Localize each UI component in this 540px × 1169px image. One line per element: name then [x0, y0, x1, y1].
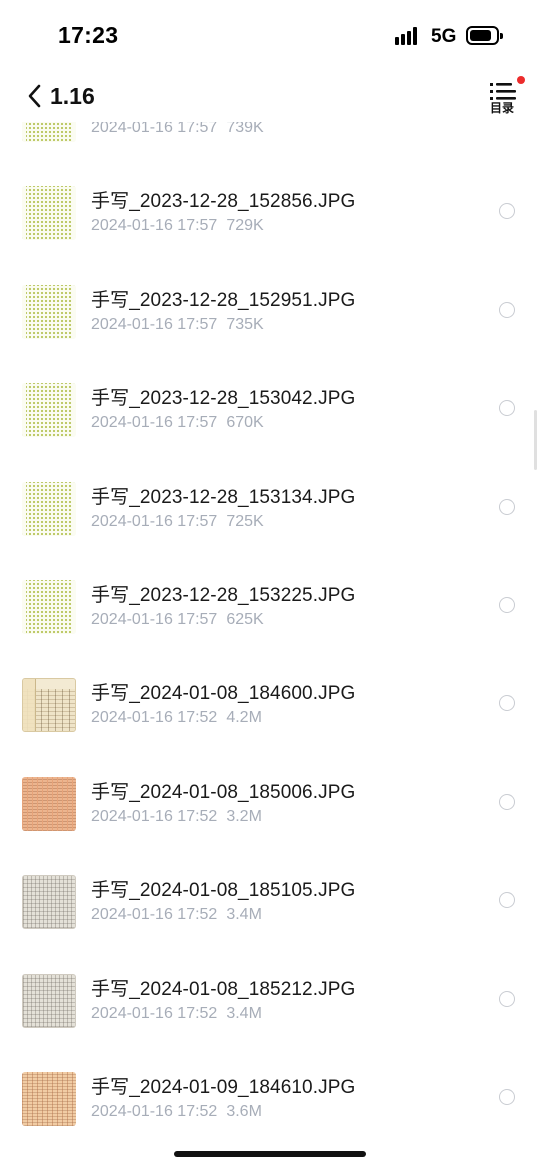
- file-date: 2024-01-16 17:57: [91, 315, 218, 333]
- file-meta: 2024-01-16 17:52 3.6M: [91, 1103, 262, 1121]
- file-name: 手写_2024-01-08_185105.JPG: [91, 880, 356, 902]
- file-date: 2024-01-16 17:52: [91, 709, 218, 727]
- file-thumbnail: [22, 678, 76, 733]
- battery-icon: [466, 26, 503, 45]
- file-size: 4.2M: [226, 709, 262, 727]
- file-size: 3.2M: [226, 807, 262, 825]
- file-name: 手写_2023-12-28_153042.JPG: [91, 388, 356, 410]
- file-row[interactable]: 手写_2023-12-28_152951.JPG 2024-01-16 17:57…: [0, 263, 540, 361]
- radio-unchecked-icon[interactable]: [499, 498, 515, 515]
- file-row[interactable]: 手写_2023-12-28_153134.JPG 2024-01-16 17:57…: [0, 460, 540, 558]
- file-thumbnail: [22, 186, 76, 241]
- page-title: 1.16: [50, 82, 95, 109]
- toc-label: 目录: [490, 101, 515, 115]
- radio-unchecked-icon[interactable]: [499, 400, 515, 417]
- file-thumbnail: [22, 284, 76, 339]
- file-row[interactable]: 手写_2023-12-28_152856.JPG 2024-01-16 17:57…: [0, 164, 540, 262]
- file-meta: 2024-01-16 17:52 3.4M: [91, 906, 262, 924]
- status-bar: 17:23 5G: [0, 0, 540, 70]
- file-size: 3.4M: [226, 906, 262, 924]
- signal-icon: [395, 27, 423, 45]
- file-size: 3.6M: [226, 1103, 262, 1120]
- file-date: 2024-01-16 17:52: [91, 807, 218, 825]
- file-row[interactable]: 手写_2024-01-08_185212.JPG 2024-01-16 17:52…: [0, 952, 540, 1050]
- file-name: 手写_2023-12-28_153225.JPG: [91, 585, 356, 606]
- file-name: 手写_2024-01-08_184600.JPG: [91, 683, 356, 705]
- file-name: 手写_2024-01-09_184610.JPG: [91, 1077, 356, 1098]
- file-size: 3.4M: [226, 1004, 262, 1022]
- file-date: 2024-01-16 17:52: [91, 1103, 218, 1120]
- file-row[interactable]: 手写_2024-01-08_184600.JPG 2024-01-16 17:52…: [0, 656, 540, 754]
- file-meta: 2024-01-16 17:52 3.2M: [91, 808, 262, 826]
- chevron-left-icon: [28, 84, 41, 108]
- home-indicator[interactable]: [174, 1151, 366, 1157]
- file-thumbnail: [22, 1072, 76, 1126]
- file-row[interactable]: 手写_2023-12-28_153042.JPG 2024-01-16 17:57…: [0, 361, 540, 459]
- file-thumbnail: [22, 973, 76, 1028]
- radio-unchecked-icon[interactable]: [499, 990, 515, 1007]
- file-meta: 2024-01-16 17:52 3.4M: [91, 1005, 262, 1023]
- status-time: 17:23: [58, 22, 119, 48]
- file-meta: 2024-01-16 17:57 729K: [91, 217, 264, 235]
- file-size: 729K: [226, 217, 264, 235]
- file-date: 2024-01-16 17:57: [91, 512, 218, 530]
- radio-unchecked-icon[interactable]: [499, 793, 515, 810]
- file-meta: 2024-01-16 17:52 4.2M: [91, 709, 262, 727]
- file-name: 手写_2023-12-28_152951.JPG: [91, 289, 356, 311]
- radio-unchecked-icon[interactable]: [499, 597, 515, 613]
- nav-header: 1.16 目录: [0, 72, 540, 122]
- file-thumbnail: [22, 481, 76, 536]
- file-row[interactable]: 手写_2024-01-09_184610.JPG 2024-01-16 17:52…: [0, 1050, 540, 1148]
- file-row[interactable]: 手写_2023-12-28_153225.JPG 2024-01-16 17:57…: [0, 558, 540, 656]
- radio-unchecked-icon[interactable]: [499, 892, 515, 909]
- file-name: 手写_2023-12-28_153134.JPG: [91, 486, 356, 508]
- radio-unchecked-icon[interactable]: [499, 1089, 515, 1105]
- file-row[interactable]: 手写_2024-01-08_185105.JPG 2024-01-16 17:52…: [0, 853, 540, 951]
- file-size: 725K: [226, 512, 264, 530]
- file-meta: 2024-01-16 17:57 670K: [91, 414, 264, 432]
- notification-dot: [517, 76, 525, 84]
- back-button[interactable]: 1.16: [26, 78, 95, 114]
- file-name: 手写_2024-01-08_185212.JPG: [91, 978, 356, 1000]
- file-date: 2024-01-16 17:57: [91, 611, 218, 628]
- radio-unchecked-icon[interactable]: [499, 695, 515, 712]
- file-date: 2024-01-16 17:52: [91, 1004, 218, 1022]
- file-meta: 2024-01-16 17:57 725K: [91, 513, 264, 531]
- network-type: 5G: [431, 26, 457, 47]
- file-name: 手写_2024-01-08_185006.JPG: [91, 781, 356, 803]
- file-thumbnail: [22, 776, 76, 831]
- file-date: 2024-01-16 17:57: [91, 414, 218, 432]
- file-thumbnail: [22, 580, 76, 634]
- file-date: 2024-01-16 17:52: [91, 906, 218, 924]
- list-icon: [490, 83, 516, 100]
- file-size: 735K: [226, 315, 264, 333]
- radio-unchecked-icon[interactable]: [499, 301, 515, 318]
- file-name: 手写_2023-12-28_152856.JPG: [91, 191, 356, 213]
- file-meta: 2024-01-16 17:57 735K: [91, 316, 264, 334]
- file-size: 625K: [226, 611, 264, 628]
- toc-button[interactable]: 目录: [486, 76, 526, 118]
- scrollbar[interactable]: [534, 410, 537, 470]
- file-row[interactable]: 手写_2024-01-08_185006.JPG 2024-01-16 17:52…: [0, 755, 540, 853]
- file-thumbnail: [22, 383, 76, 438]
- file-browser-screen: 17:23 5G 1.16 目录 2024-01-16 17:57 739K 手…: [0, 0, 540, 1169]
- file-thumbnail: [22, 875, 76, 930]
- file-size: 670K: [226, 414, 264, 432]
- file-date: 2024-01-16 17:57: [91, 217, 218, 235]
- file-meta: 2024-01-16 17:57 625K: [91, 611, 264, 629]
- radio-unchecked-icon[interactable]: [499, 203, 515, 220]
